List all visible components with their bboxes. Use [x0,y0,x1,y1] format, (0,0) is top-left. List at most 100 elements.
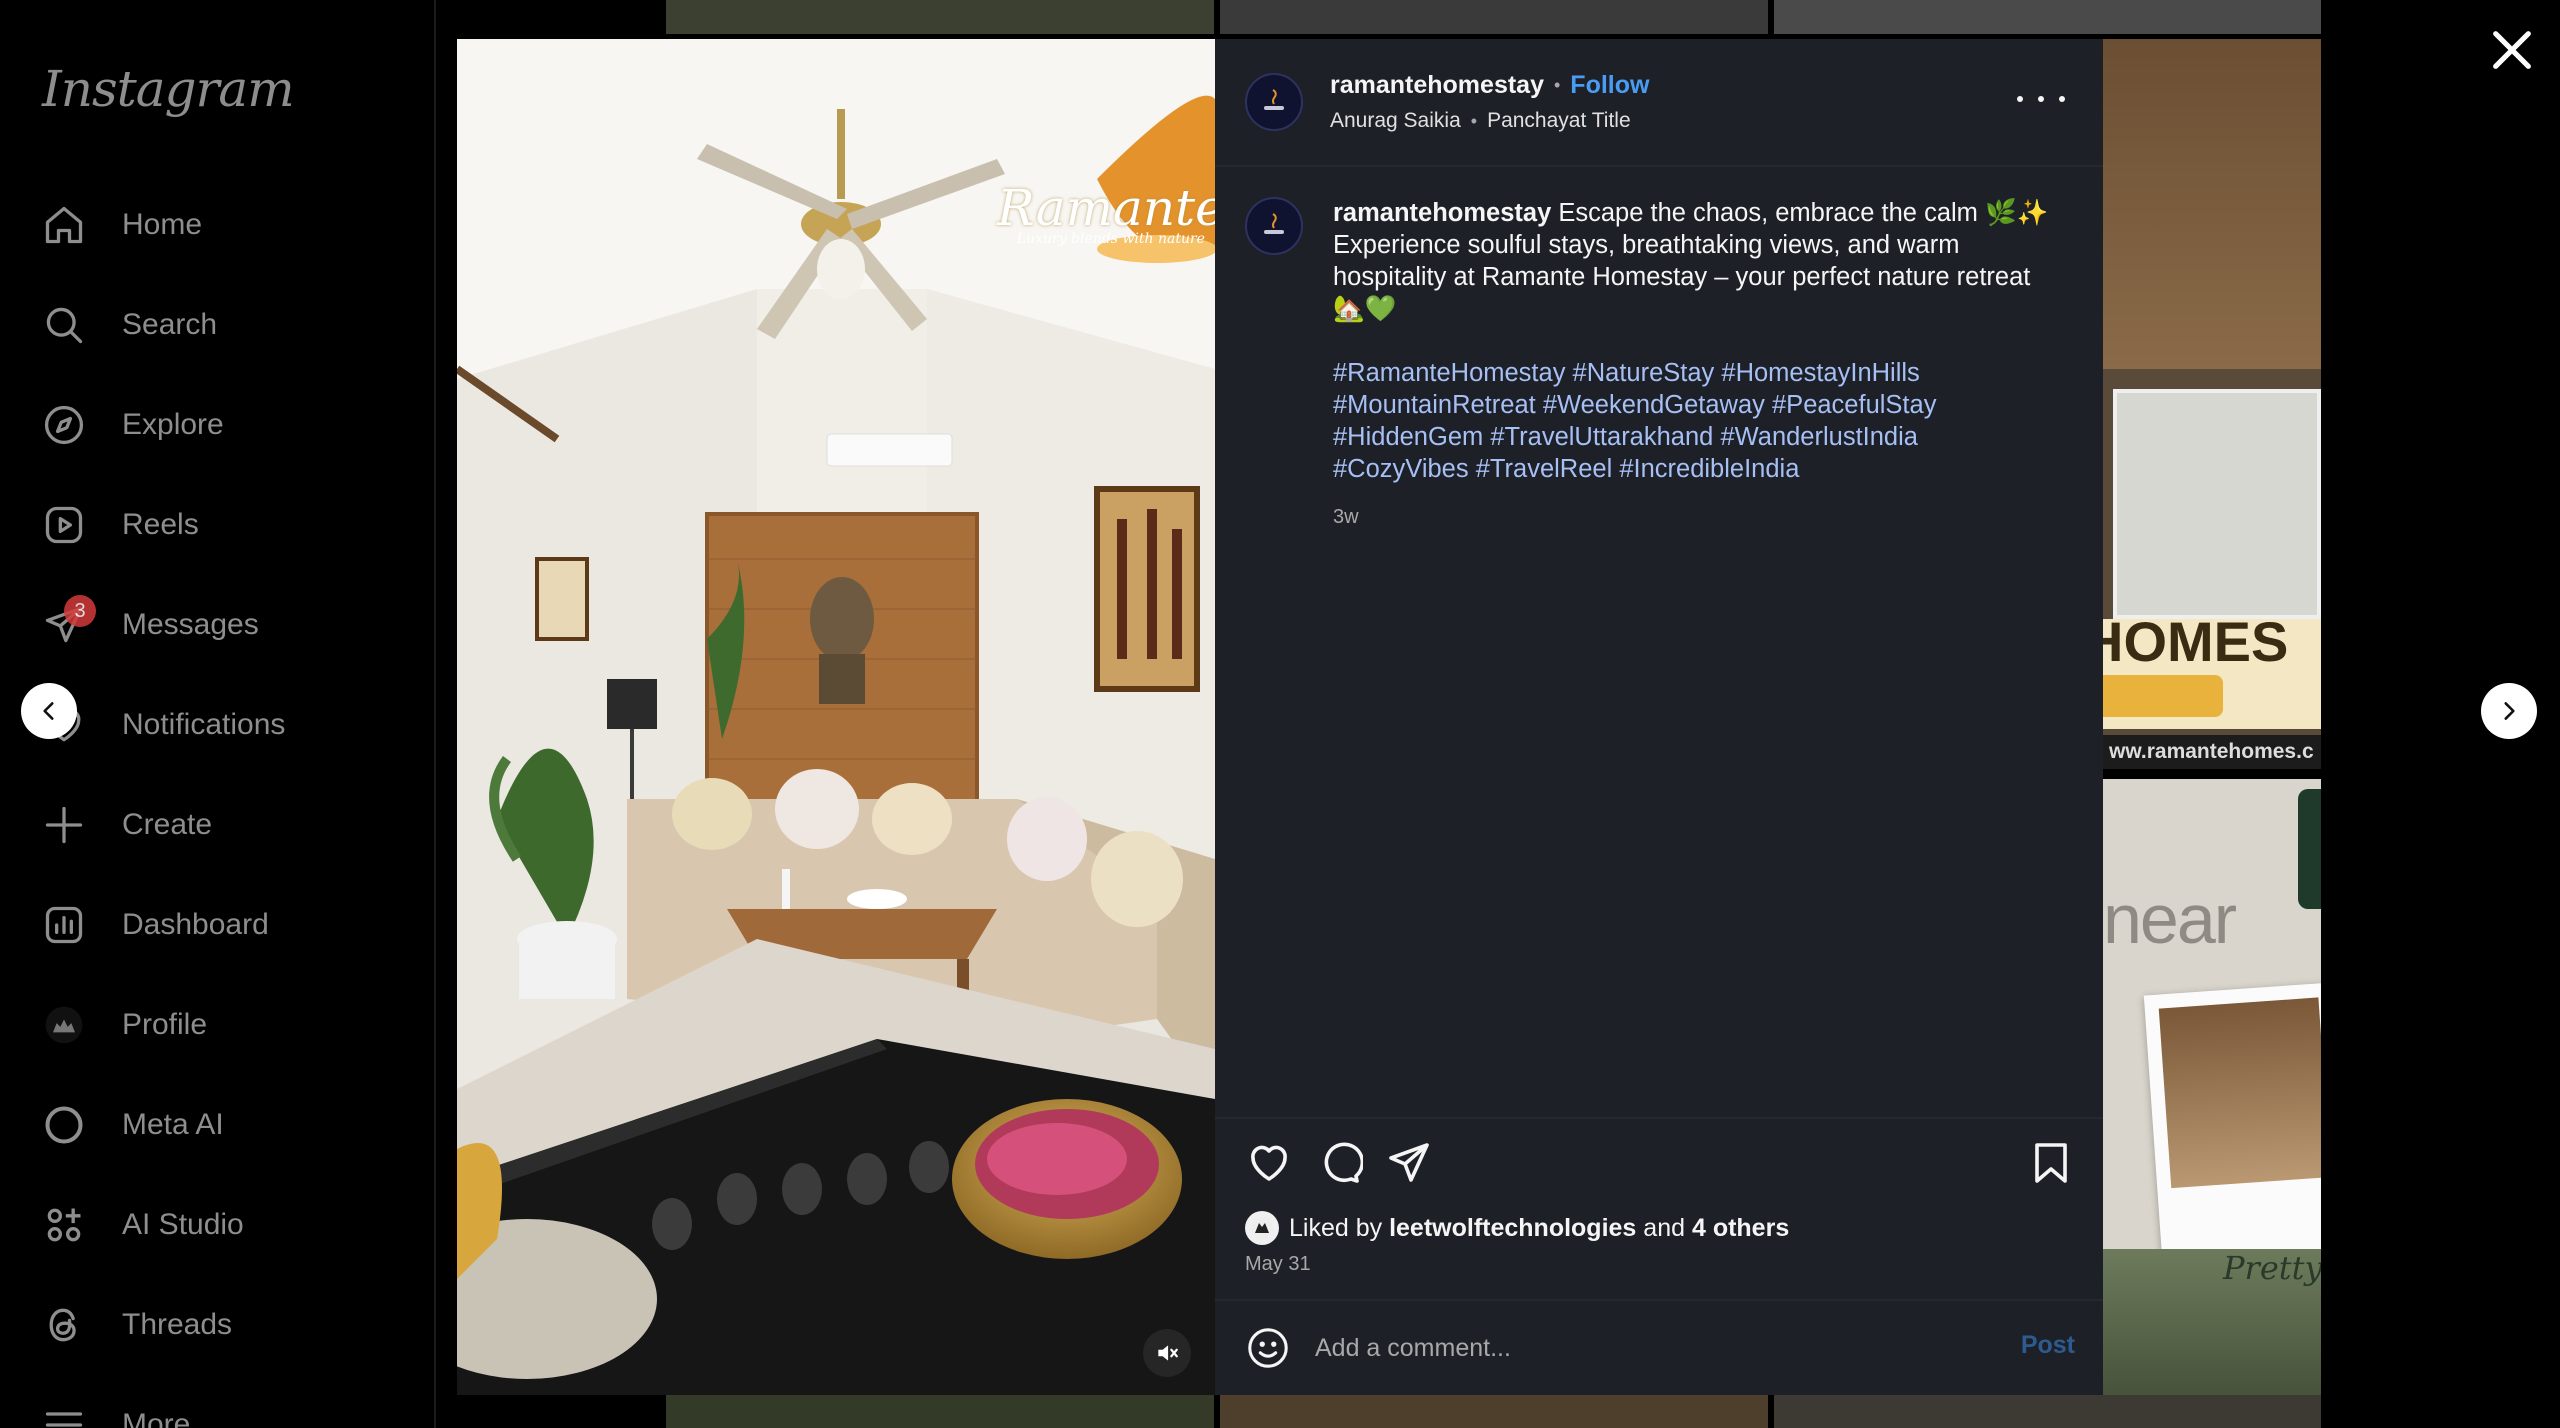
bookmark-icon [2035,1143,2067,1183]
sidebar-item-label: Create [122,808,213,841]
post-video[interactable]: Ramante Luxury blends with nature [457,39,1215,1395]
close-modal-button[interactable] [2484,22,2540,78]
sidebar-item-label: Home [122,208,203,241]
sidebar-item-meta-ai[interactable]: Meta AI [40,1090,400,1160]
mute-toggle-button[interactable] [1143,1329,1191,1377]
sidebar-item-label: Reels [122,508,199,541]
sidebar-item-search[interactable]: Search [40,290,400,360]
background-tile-bottom-2 [1220,1395,1768,1428]
separator-dot: • [1470,110,1478,131]
background-reel-homes: HOMES ww.ramantehomes.c [2103,39,2321,769]
smiley-icon [1248,1328,1288,1368]
chevron-right-icon [2504,702,2515,720]
sidebar-item-more[interactable]: More [40,1390,400,1428]
sidebar-item-messages[interactable]: 3 Messages [40,590,400,660]
sidebar-item-ai-studio[interactable]: AI Studio [40,1190,400,1260]
hashtag-link[interactable]: #PeacefulStay [1772,391,1936,419]
sidebar-item-reels[interactable]: Reels [40,490,400,560]
background-tile-top-3 [1774,0,2321,34]
ramante-logo-icon [1257,209,1291,243]
background-tile-bottom-1 [666,1395,1214,1428]
follow-button[interactable]: Follow [1570,71,1649,100]
hashtag-link[interactable]: #TravelReel [1476,455,1613,483]
background-tile-top-2 [1220,0,1768,34]
sidebar-item-label: More [122,1408,191,1428]
background-tile-bottom-3 [1774,1395,2321,1428]
comment-button[interactable] [1315,1139,1365,1187]
ramante-logo-icon [1257,85,1291,119]
background-near-text: near [2103,880,2237,958]
next-post-button[interactable] [2481,683,2537,739]
background-banner-text: HOMES [2103,610,2289,673]
sidebar-item-explore[interactable]: Explore [40,390,400,460]
liked-by-others[interactable]: 4 others [1692,1214,1789,1243]
caption-username[interactable]: ramantehomestay [1333,199,1551,227]
comment-bubble-icon [1324,1142,1365,1183]
comment-input[interactable] [1315,1325,1935,1371]
caption-hashtags: #RamanteHomestay #NatureStay #HomestayIn… [1333,357,2063,485]
home-icon [40,201,88,249]
hashtag-link[interactable]: #HiddenGem [1333,423,1483,451]
sidebar-item-label: Search [122,308,218,341]
post-details-panel: ramantehomestay • Follow Anurag Saikia •… [1215,39,2103,1395]
post-caption: ramantehomestay Escape the chaos, embrac… [1333,197,2063,533]
hashtag-link[interactable]: #WeekendGetaway [1543,391,1765,419]
hashtag-link[interactable]: #MountainRetreat [1333,391,1536,419]
instagram-logo[interactable]: Instagram [42,60,295,118]
sidebar-item-notifications[interactable]: Notifications [40,690,400,760]
dot-icon [2059,96,2065,102]
sidebar-item-home[interactable]: Home [40,190,400,260]
hashtag-link[interactable]: #NatureStay [1573,359,1715,387]
wolf-logo-icon [1251,1217,1273,1239]
dashboard-icon [40,901,88,949]
messages-count-badge: 3 [64,595,96,627]
liked-by-user[interactable]: leetwolftechnologies [1389,1214,1636,1243]
sidebar-item-threads[interactable]: Threads [40,1290,400,1360]
sidebar-item-label: Explore [122,408,224,441]
share-button[interactable] [1385,1139,1433,1187]
post-comment-button[interactable]: Post [2021,1331,2075,1360]
background-url-text: ww.ramantehomes.c [2103,735,2321,769]
meta-ai-ring-icon [40,1101,88,1149]
comment-composer: Post [1215,1301,2103,1395]
hashtag-link[interactable]: #IncredibleIndia [1619,455,1799,483]
sidebar-item-label: Profile [122,1008,208,1041]
threads-icon [40,1301,88,1349]
sidebar-item-label: Meta AI [122,1108,224,1141]
actions-divider [1215,1117,2103,1119]
save-button[interactable] [2027,1139,2075,1187]
sidebar-item-dashboard[interactable]: Dashboard [40,890,400,960]
plus-icon [40,801,88,849]
hashtag-link[interactable]: #RamanteHomestay [1333,359,1565,387]
sidebar-item-create[interactable]: Create [40,790,400,860]
media-watermark-logo: Ramante Luxury blends with nature [997,179,1215,247]
hashtag-link[interactable]: #WanderlustIndia [1720,423,1918,451]
reels-icon [40,501,88,549]
profile-avatar-icon [40,1001,88,1049]
like-button[interactable] [1245,1139,1293,1187]
likes-summary: Liked by leetwolftechnologies and 4 othe… [1245,1211,1789,1245]
more-options-button[interactable] [2017,84,2065,114]
hashtag-link[interactable]: #HomestayInHills [1721,359,1919,387]
sidebar-item-label: Messages [122,608,259,641]
caption-author-avatar[interactable] [1245,197,1303,255]
author-avatar[interactable] [1245,73,1303,131]
post-age[interactable]: 3w [1333,501,2063,533]
ai-studio-icon [40,1201,88,1249]
speaker-muted-icon [1158,1345,1178,1361]
author-username[interactable]: ramantehomestay [1330,71,1544,100]
hashtag-link[interactable]: #CozyVibes [1333,455,1469,483]
hashtag-link[interactable]: #TravelUttarakhand [1490,423,1713,451]
audio-title[interactable]: Panchayat Title [1487,109,1631,133]
sidebar-item-profile[interactable]: Profile [40,990,400,1060]
caption-body: ramantehomestay Escape the chaos, embrac… [1333,197,2063,325]
close-icon [2493,31,2531,69]
emoji-button[interactable] [1245,1325,1291,1371]
dot-icon [2017,96,2023,102]
watermark-subtitle: Luxury blends with nature [1016,231,1205,247]
heart-icon [1251,1145,1287,1181]
liker-avatar[interactable] [1245,1211,1279,1245]
previous-post-button[interactable] [21,683,77,739]
collaborator-name[interactable]: Anurag Saikia [1330,109,1461,133]
post-date[interactable]: May 31 [1245,1253,1311,1276]
